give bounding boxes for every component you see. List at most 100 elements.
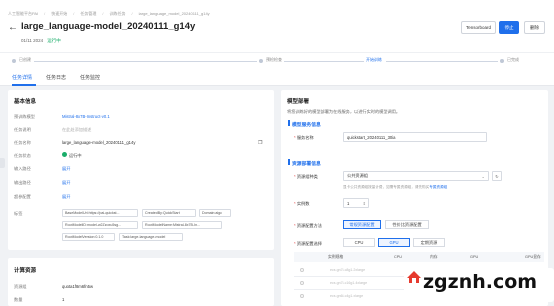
field-label: 数量 [14,297,23,302]
tab-cpu[interactable]: CPU [343,238,375,247]
active-tab-indicator [12,84,36,86]
progress-steps: 已创建 预检检查 开始训练 已完成 [0,52,554,68]
field-label: 任务名称 [14,140,31,145]
refresh-icon[interactable]: ↻ [492,171,502,181]
tag-chip: BaseModelUri:https://pai-quickst... [62,209,138,217]
stop-button[interactable]: 停止 [499,21,519,34]
tag-chip: Task:large-language-model [119,233,183,241]
compute-panel [8,258,274,306]
watermark-logo-icon [407,271,421,283]
field-label: 输入路径 [14,166,31,171]
row-radio[interactable] [300,281,304,285]
tab-gpu[interactable]: GPU [378,238,410,247]
status-badge: 运行中 [47,38,61,43]
config-method-regular[interactable]: 常规资源配置 [343,220,381,229]
step-connector [34,61,257,62]
field-label: 资源组 [14,284,27,289]
field-label: 任务状态 [14,153,31,158]
resource-section-title: 资源部署信息 [292,162,321,167]
step-label: 已创建 [19,57,31,62]
tab-scheduled[interactable]: 定期资源 [413,238,445,247]
tag-chip: RootModelName:Mistral-8x7B-In... [142,221,222,229]
service-section-title: 模型服务信息 [292,123,321,128]
field-label: 预训练模型 [14,114,35,119]
basic-info-panel [8,90,274,250]
task-description[interactable]: 在此处添加描述 [62,127,91,133]
output-path-expand[interactable]: 展开 [62,180,70,186]
column-header: GPU [470,255,479,259]
page-header: 人工智能平台PAI / 快速开始 / 任务管理 / 训练任务 / large_langu… [0,0,554,52]
back-arrow-icon[interactable]: ← [8,22,18,33]
row-radio[interactable] [300,294,304,298]
basic-info-title: 基本信息 [14,99,37,105]
column-header: CPU [394,255,403,259]
row-radio[interactable] [300,268,304,272]
task-meta: 01/11 2024 运行中 [21,38,61,44]
breadcrumb-item[interactable]: 任务管理 [80,11,96,17]
instances-stepper[interactable]: 1 ⇕ [343,198,369,208]
tag-chip: RootModelID:model-w2Zzoxu5sg... [62,221,138,229]
step-label: 已完成 [507,57,519,62]
service-name-label: * 服务名称 [294,135,314,140]
instance-spec: ecs.gn6i-c4g1.xlarge [330,294,364,298]
collapse-handle[interactable] [0,158,5,168]
tag-chip: CreatedBy:QuickStart [142,209,196,217]
dedicated-resource-link[interactable]: 专属资源组 [429,185,447,189]
watermark-text: zgznh.com [423,271,538,293]
delete-button[interactable]: 删除 [524,21,545,34]
resource-type-select[interactable]: 公共资源组 ⌄ [343,171,489,181]
column-header: 内存 [430,255,438,259]
page-title: large_language-model_20240111_g14y [21,21,196,32]
copy-icon[interactable]: ❐ [258,140,262,146]
step-dot [12,59,16,63]
instance-spec: ecs.gn7i-c8g1.2xlarge [330,268,366,272]
resource-group-value: quota1f8m6fn5w [62,284,93,289]
section-marker [288,159,290,165]
resource-hint: 显卡公共资源组按量计费，如需专属资源组，请先购买专属资源组 [343,185,448,189]
step-dot [500,59,504,63]
field-label: 标签 [14,211,23,216]
breadcrumb-item[interactable]: 训练任务 [110,11,126,17]
tab-logs[interactable]: 任务日志 [46,74,66,81]
breadcrumb-current: large_language_model_20240111_g14y [138,11,210,16]
field-label: 超参配置 [14,194,31,199]
chevron-down-icon: ⌄ [481,173,485,179]
tab-details[interactable]: 任务详情 [12,74,32,81]
field-label: 输出路径 [14,180,31,185]
breadcrumb: 人工智能平台PAI / 快速开始 / 任务管理 / 训练任务 / large_langu… [8,11,210,17]
task-status-value: 运行中 [69,153,82,158]
step-label: 预检检查 [266,57,282,62]
tab-monitor[interactable]: 任务监控 [80,74,100,81]
breadcrumb-item[interactable]: 人工智能平台PAI [8,11,38,17]
breadcrumb-item[interactable]: 快速开始 [51,11,67,17]
deploy-title: 模型部署 [287,99,310,105]
instance-spec: ecs.gn7i-c16g1.4xlarge [330,281,368,285]
quantity-value: 1 [62,297,65,302]
column-header: 实例规格 [328,255,344,259]
step-dot [259,59,263,63]
tensorboard-button[interactable]: Tensorboard [461,21,496,34]
config-select-label: * 资源配置选择 [294,241,322,246]
service-name-input[interactable]: quickstart_20240111_30ia [343,132,487,142]
hyperparams-expand[interactable]: 展开 [62,194,70,200]
step-label: 开始训练 [366,57,382,62]
resource-type-value: 公共资源组 [347,173,368,178]
task-date: 01/11 2024 [21,38,44,43]
tag-chip: RootModelVersion:0.1.0 [62,233,115,241]
pretrained-model-link[interactable]: Mistral-8x7B-Instruct-v0.1 [62,114,110,119]
input-path-expand[interactable]: 展开 [62,166,70,172]
deploy-description: 将您训练好的模型部署为在线服务，以进行实时的模型调用。 [287,109,401,114]
config-method-costeffective[interactable]: 性价比资源配置 [385,220,429,229]
resource-type-label: * 资源组种类 [294,174,318,179]
task-name-value: large_language-model_20240111_g14y [62,140,136,145]
tag-chip: Domain:aigc [199,209,231,217]
field-label: 任务说明 [14,127,31,132]
step-connector [386,61,498,62]
column-header: GPU显存 [525,255,541,259]
stepper-arrows-icon[interactable]: ⇕ [363,201,366,206]
instances-label: * 实例数 [294,201,310,206]
tab-bar: 任务详情 任务日志 任务监控 [0,68,554,86]
compute-title: 计算资源 [14,268,37,274]
instances-value: 1 [347,200,350,206]
section-marker [288,120,290,126]
